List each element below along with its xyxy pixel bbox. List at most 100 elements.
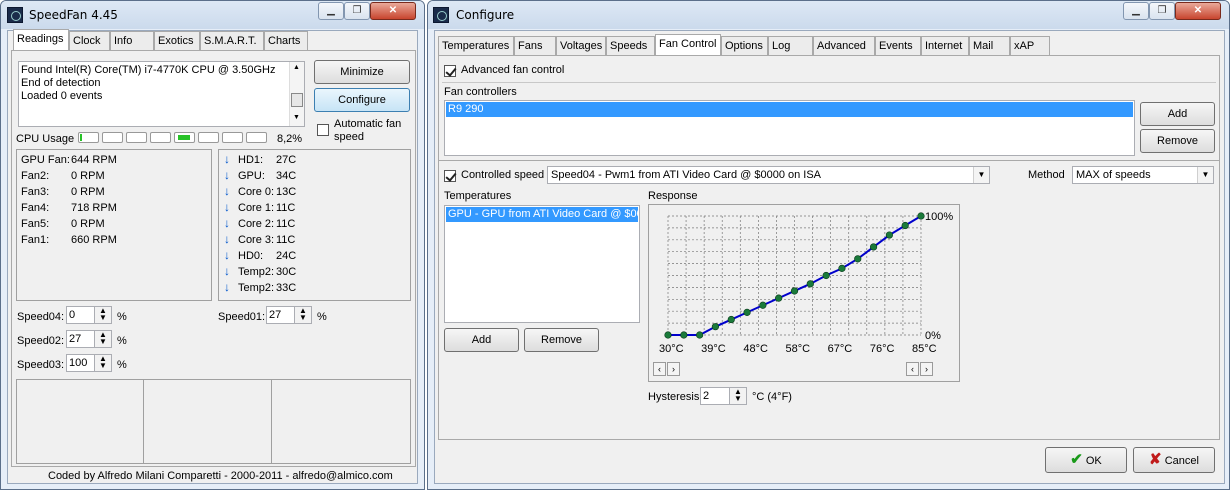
tab-log[interactable]: Log <box>768 36 813 55</box>
tab-mail[interactable]: Mail <box>969 36 1010 55</box>
fan-app-icon <box>433 7 449 23</box>
hysteresis-spinner[interactable]: 2 ▲ ▼ <box>700 387 747 405</box>
automatic-fan-speed-checkbox[interactable] <box>317 124 329 136</box>
configure-button[interactable]: Configure <box>314 88 410 112</box>
ok-button[interactable]: ✔ OK <box>1045 447 1127 473</box>
tab-temperatures[interactable]: Temperatures <box>438 36 514 55</box>
temp-value: 27C <box>276 154 297 166</box>
response-point[interactable] <box>838 264 846 272</box>
x-tick-label: 76°C <box>870 343 895 355</box>
scroll-left-icon[interactable]: ‹ <box>653 362 666 376</box>
tab-voltages[interactable]: Voltages <box>556 36 606 55</box>
response-point[interactable] <box>743 308 751 316</box>
response-point[interactable] <box>775 294 783 302</box>
fan-rpm-value: 644 RPM <box>71 154 117 166</box>
scroll-right-icon[interactable]: › <box>667 362 680 376</box>
temp-value: 33C <box>276 282 297 294</box>
remove-controller-button[interactable]: Remove <box>1140 129 1215 153</box>
tab-charts[interactable]: Charts <box>264 31 308 50</box>
tab-events[interactable]: Events <box>875 36 921 55</box>
maximize-window-button[interactable]: ❐ <box>1149 2 1175 20</box>
add-temperature-button[interactable]: Add <box>444 328 519 352</box>
response-point[interactable] <box>727 315 735 324</box>
method-value: MAX of speeds <box>1076 169 1151 181</box>
tab-advanced[interactable]: Advanced <box>813 36 875 55</box>
temp-value: 24C <box>276 250 297 262</box>
cpu-meter <box>174 132 195 143</box>
response-point[interactable] <box>790 287 799 295</box>
speed03-spinner[interactable]: 100 ▲ ▼ <box>66 354 112 372</box>
log-scrollbar[interactable]: ▲ ▼ <box>289 62 304 126</box>
x-tick-label: 67°C <box>828 343 853 355</box>
x-tick-label: 39°C <box>701 343 726 355</box>
response-chart[interactable]: 100% 0% 30°C 39°C 48°C 58°C 67°C 76°C 85°C <box>649 205 959 381</box>
fan-controller-item[interactable]: R9 290 <box>446 102 1133 117</box>
maximize-window-button[interactable]: ❐ <box>344 2 370 20</box>
scroll-down-icon[interactable]: ▼ <box>293 114 300 121</box>
scroll-up-icon[interactable]: ▲ <box>293 64 300 71</box>
tab-internet[interactable]: Internet <box>921 36 969 55</box>
advanced-fan-control-checkbox[interactable] <box>444 65 456 77</box>
scroll-right-icon[interactable]: › <box>920 362 933 376</box>
scroll-left-icon[interactable]: ‹ <box>906 362 919 376</box>
tab-speeds[interactable]: Speeds <box>606 36 655 55</box>
tab-options[interactable]: Options <box>721 36 768 55</box>
speed02-spinner[interactable]: 27 ▲ ▼ <box>66 330 112 348</box>
checkmark-icon: ✔ <box>1070 451 1083 468</box>
chevron-down-icon[interactable]: ▼ <box>1197 167 1213 183</box>
method-dropdown[interactable]: MAX of speeds ▼ <box>1072 166 1214 184</box>
ok-label: OK <box>1085 455 1102 467</box>
tab-readings[interactable]: Readings <box>13 29 69 50</box>
configure-titlebar[interactable]: Configure ▁ ❐ ✕ <box>428 1 1229 29</box>
minimize-window-button[interactable]: ▁ <box>318 2 344 20</box>
response-point[interactable] <box>869 243 878 251</box>
minimize-window-button[interactable]: ▁ <box>1123 2 1149 20</box>
temperatures-label: Temperatures <box>444 190 512 202</box>
response-point[interactable] <box>680 331 688 339</box>
cpu-meter <box>222 132 243 143</box>
speedfan-titlebar[interactable]: SpeedFan 4.45 ▁ ❐ ✕ <box>1 1 424 29</box>
response-point[interactable] <box>759 301 767 309</box>
temperatures-list[interactable]: GPU - GPU from ATI Video Card @ $0000 <box>444 205 640 323</box>
close-window-button[interactable]: ✕ <box>1175 2 1221 20</box>
tab-xap[interactable]: xAP <box>1010 36 1050 55</box>
response-point[interactable] <box>885 231 893 239</box>
response-point[interactable] <box>854 255 862 263</box>
response-point[interactable] <box>696 331 704 339</box>
cpu-meter <box>102 132 123 143</box>
tab-exotics[interactable]: Exotics <box>154 31 200 50</box>
speed01-unit: % <box>317 311 327 323</box>
response-point[interactable] <box>806 280 814 288</box>
response-point[interactable] <box>711 323 720 331</box>
response-point[interactable] <box>822 271 830 280</box>
tab-clock[interactable]: Clock <box>69 31 110 50</box>
minimize-button[interactable]: Minimize <box>314 60 410 84</box>
temp-name: HD0: <box>238 250 264 262</box>
temp-value: 11C <box>276 202 296 214</box>
tab-smart[interactable]: S.M.A.R.T. <box>200 31 264 50</box>
automatic-fan-speed-label: speed <box>334 131 364 143</box>
close-window-button[interactable]: ✕ <box>370 2 416 20</box>
fan-controllers-list[interactable]: R9 290 <box>444 100 1135 156</box>
tab-info[interactable]: Info <box>110 31 154 50</box>
fan-rpm-value: 0 RPM <box>71 186 105 198</box>
speed04-spinner[interactable]: 0 ▲ ▼ <box>66 306 112 324</box>
add-controller-button[interactable]: Add <box>1140 102 1215 126</box>
tab-fans[interactable]: Fans <box>514 36 556 55</box>
speed01-spinner[interactable]: 27 ▲ ▼ <box>266 306 312 324</box>
response-point[interactable] <box>664 331 672 339</box>
tab-fan-control[interactable]: Fan Control <box>655 34 721 55</box>
temperature-item[interactable]: GPU - GPU from ATI Video Card @ $0000 <box>446 207 638 222</box>
response-point[interactable] <box>901 221 909 230</box>
controlled-speed-dropdown[interactable]: Speed04 - Pwm1 from ATI Video Card @ $00… <box>547 166 990 184</box>
cancel-button[interactable]: ✘ Cancel <box>1133 447 1215 473</box>
configure-window: Configure ▁ ❐ ✕ Temperatures Fans Voltag… <box>427 0 1230 490</box>
chevron-down-icon[interactable]: ▼ <box>973 167 989 183</box>
remove-temperature-button[interactable]: Remove <box>524 328 599 352</box>
controlled-speed-checkbox[interactable] <box>444 170 456 182</box>
response-point[interactable] <box>917 212 925 220</box>
mini-graph-area <box>16 379 411 464</box>
scroll-thumb[interactable] <box>291 93 303 107</box>
x-tick-label: 30°C <box>659 343 684 355</box>
temp-value: 34C <box>276 170 297 182</box>
